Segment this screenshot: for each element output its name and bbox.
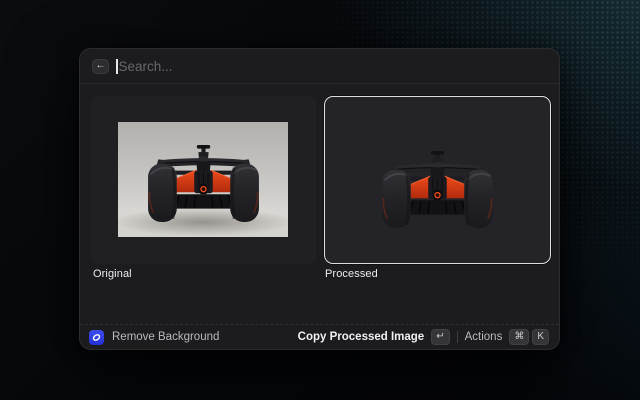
search-input[interactable]: [119, 59, 548, 74]
footer-right-group: Copy Processed Image ↵ Actions ⌘ K: [298, 329, 549, 345]
cmd-key-badge: ⌘: [509, 329, 529, 345]
processed-label: Processed: [325, 268, 378, 280]
original-image: [118, 122, 288, 237]
remove-background-icon: [89, 330, 104, 345]
actions-button[interactable]: Actions: [465, 331, 503, 343]
footer-separator: [457, 331, 458, 343]
arrow-left-icon: ←: [96, 61, 106, 71]
text-caret: [116, 59, 118, 74]
original-preview-panel[interactable]: [91, 96, 316, 264]
command-window: ← Original Processed Remove Background C…: [79, 48, 560, 350]
processed-preview-panel[interactable]: [324, 96, 551, 264]
f1-car-illustration: [147, 145, 260, 222]
actions-shortcut: ⌘ K: [509, 329, 549, 345]
back-button[interactable]: ←: [92, 59, 109, 74]
k-key-badge: K: [532, 329, 549, 345]
search-bar: ←: [80, 49, 559, 84]
f1-car-illustration: [381, 151, 494, 228]
copy-processed-image-button[interactable]: Copy Processed Image: [298, 331, 425, 343]
footer-action-bar: Remove Background Copy Processed Image ↵…: [80, 324, 559, 349]
command-name: Remove Background: [112, 331, 219, 343]
original-label: Original: [93, 268, 132, 280]
return-key-badge: ↵: [431, 329, 449, 345]
